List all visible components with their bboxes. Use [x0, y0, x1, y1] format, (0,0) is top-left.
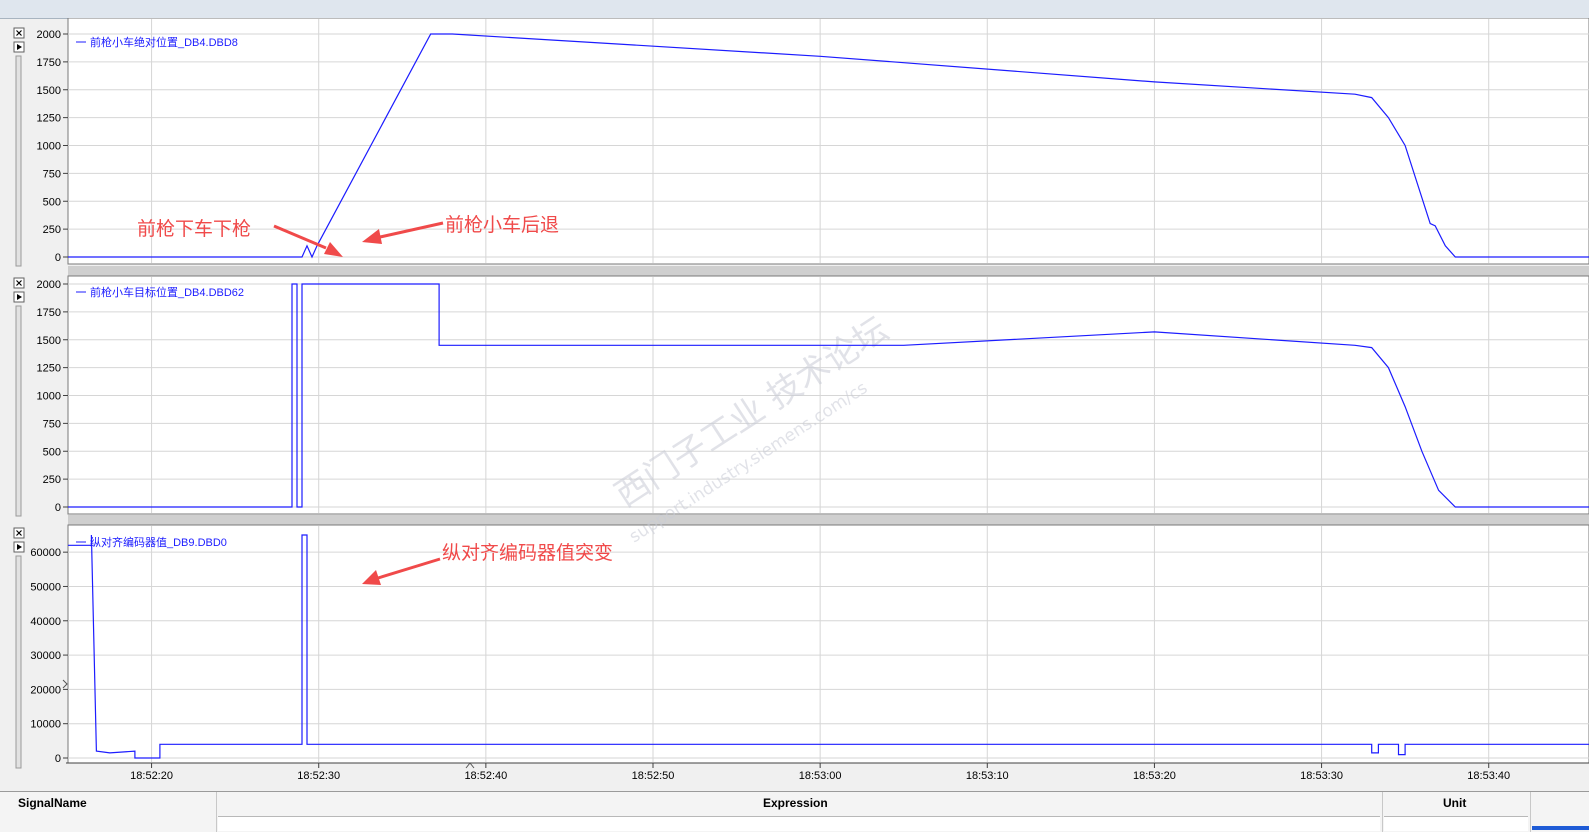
y-tick-label: 1000	[37, 141, 61, 153]
y-tick-label: 0	[55, 252, 61, 264]
y-tick-label: 0	[55, 502, 61, 514]
column-divider[interactable]	[1382, 792, 1383, 832]
y-tick-label: 250	[43, 474, 61, 486]
y-tick-label: 2000	[37, 29, 61, 41]
y-tick-label: 1000	[37, 391, 61, 403]
row-selection-indicator	[1532, 826, 1589, 830]
x-tick-label: 18:52:40	[464, 770, 507, 782]
expression-cell[interactable]	[218, 816, 1380, 831]
panel-1-scrollbar[interactable]	[15, 55, 22, 267]
y-tick-label: 1750	[37, 307, 61, 319]
annotation-carriage-back: 前枪小车后退	[445, 214, 559, 236]
legend-3: 纵对齐编码器值_DB9.DBD0	[90, 535, 227, 549]
trend-chart-area: 西门子工业 技术论坛 support.industry.siemens.com/…	[13, 18, 1589, 782]
x-tick-label: 18:53:00	[799, 770, 842, 782]
column-header-unit[interactable]: Unit	[1443, 796, 1466, 810]
panel-splitter-2[interactable]	[68, 515, 1589, 525]
panel-3-controls	[13, 527, 25, 769]
y-tick-label: 60000	[30, 547, 61, 559]
y-tick-label: 20000	[30, 684, 61, 696]
column-header-expression[interactable]: Expression	[763, 796, 828, 810]
panel-1-plot	[67, 18, 1589, 265]
annotation-gun-down: 前枪下车下枪	[137, 218, 251, 240]
window-top-bar	[0, 0, 1589, 19]
legend-1: 前枪小车绝对位置_DB4.DBD8	[90, 35, 238, 49]
y-tick-label: 2000	[37, 279, 61, 291]
y-tick-label: 750	[43, 168, 61, 180]
time-cursor-icon[interactable]	[465, 762, 475, 769]
panel-1-controls	[13, 27, 25, 267]
y-tick-label: 50000	[30, 581, 61, 593]
y-tick-label: 500	[43, 196, 61, 208]
x-tick-label: 18:52:30	[297, 770, 340, 782]
column-divider[interactable]	[1530, 792, 1531, 832]
y-tick-label: 1750	[37, 57, 61, 69]
legend-2: 前枪小车目标位置_DB4.DBD62	[90, 285, 244, 299]
annotation-encoder-jump: 纵对齐编码器值突变	[442, 542, 613, 564]
x-tick-label: 18:53:20	[1133, 770, 1176, 782]
y-tick-label: 0	[55, 753, 61, 765]
y-tick-label: 500	[43, 446, 61, 458]
y-tick-label: 30000	[30, 650, 61, 662]
y-tick-label: 1250	[37, 363, 61, 375]
y-tick-label: 1250	[37, 113, 61, 125]
y-tick-label: 40000	[30, 616, 61, 628]
unit-cell[interactable]	[1384, 816, 1528, 831]
value-cursor-icon[interactable]	[62, 679, 68, 689]
x-tick-label: 18:52:50	[632, 770, 675, 782]
x-tick-label: 18:53:40	[1467, 770, 1510, 782]
panel-2-controls	[13, 277, 25, 517]
column-header-signalname[interactable]: SignalName	[18, 796, 87, 810]
panel-3-plot	[67, 524, 1589, 764]
x-tick-label: 18:52:20	[130, 770, 173, 782]
panel-2-scrollbar[interactable]	[15, 305, 22, 517]
y-tick-label: 1500	[37, 85, 61, 97]
y-tick-label: 250	[43, 224, 61, 236]
x-tick-label: 18:53:30	[1300, 770, 1343, 782]
signal-table: SignalName Expression Unit	[0, 791, 1589, 832]
x-tick-label: 18:53:10	[966, 770, 1009, 782]
panel-splitter-1[interactable]	[68, 266, 1589, 276]
column-divider[interactable]	[216, 792, 217, 832]
panel-3-scrollbar[interactable]	[15, 555, 22, 769]
y-tick-label: 1500	[37, 335, 61, 347]
y-tick-label: 750	[43, 418, 61, 430]
y-tick-label: 10000	[30, 719, 61, 731]
